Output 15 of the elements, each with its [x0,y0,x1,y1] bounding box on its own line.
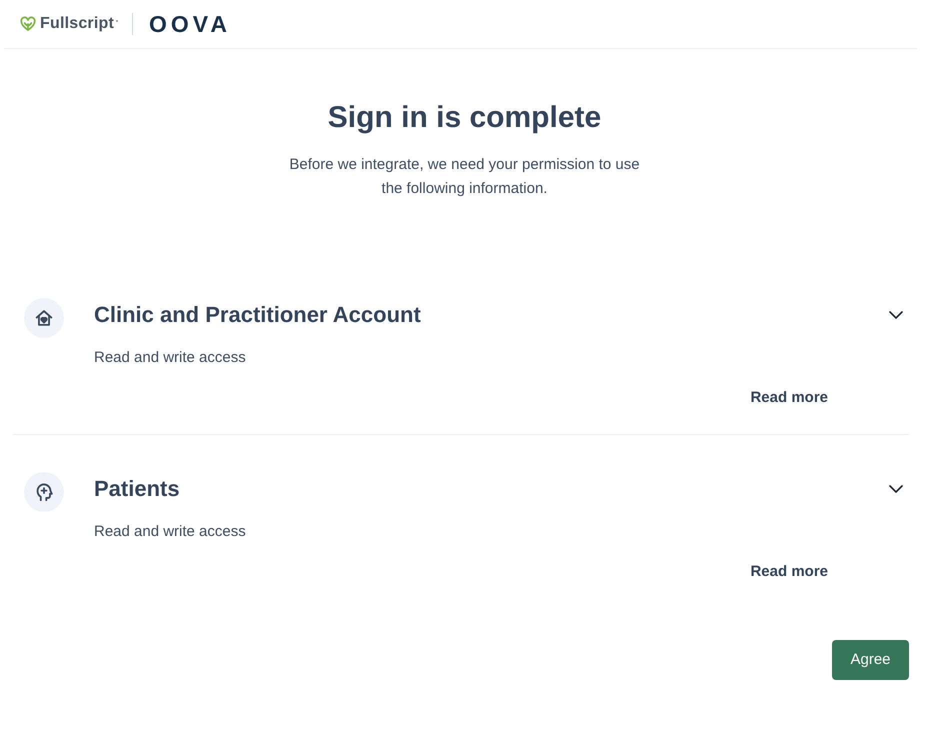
heart-leaf-logo-icon [20,16,36,32]
page-subtitle: Before we integrate, we need your permission to use the following information. [288,155,641,199]
access-description: Read and write access [94,522,246,542]
agree-button[interactable]: Agree [832,640,909,680]
permission-title: Clinic and Practitioner Account [94,301,421,329]
access-description: Read and write access [94,348,246,368]
chevron-icon[interactable] [889,311,903,319]
head-plus-icon [24,472,64,512]
read-more-link[interactable]: Read more [750,562,828,582]
chevron-icon[interactable] [889,485,903,493]
page-title: Sign in is complete [328,100,602,136]
permission-title: Patients [94,475,180,503]
brand-logo-text: Fullscript [40,14,114,34]
partner-logo-text: OOVA [149,10,232,38]
read-more-link[interactable]: Read more [750,388,828,408]
